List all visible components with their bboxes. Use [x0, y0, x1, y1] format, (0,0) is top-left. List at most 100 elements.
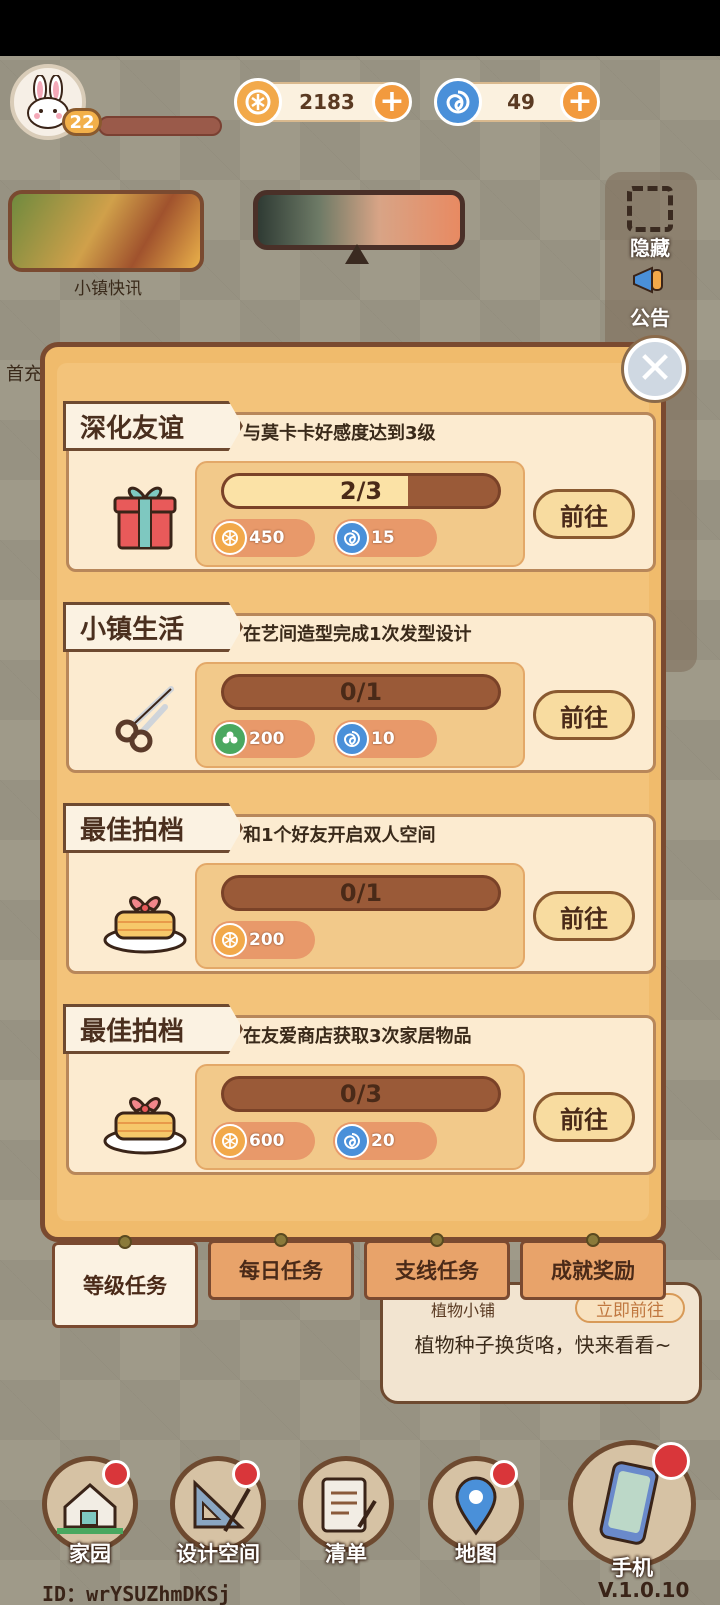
reward-chip: 450 — [211, 519, 315, 557]
reward-chip: 15 — [333, 519, 437, 557]
phone-notification-dot — [652, 1442, 690, 1480]
close-icon: ✕ — [636, 343, 674, 394]
task-tag: 小镇生活 — [63, 602, 243, 652]
progress-bar: 0/1 — [221, 875, 501, 911]
close-button[interactable]: ✕ — [624, 338, 686, 400]
dock-home-label: 家园 — [69, 1542, 111, 1566]
tab-achievements[interactable]: 成就奖励 — [520, 1233, 666, 1300]
task-tag: 最佳拍档 — [63, 1004, 243, 1054]
task-progress-box: 2/3 450 15 — [195, 461, 525, 567]
task-description: 和1个好友开启双人空间 — [243, 825, 436, 846]
coin-icon — [213, 521, 247, 555]
notice-bubble[interactable]: 植物小铺 立即前往 植物种子换货咯，快来看看~ — [380, 1282, 702, 1404]
reward-value: 200 — [249, 729, 285, 749]
go-button[interactable]: 前往 — [533, 1092, 635, 1142]
task-description: 与莫卡卡好感度达到3级 — [243, 423, 436, 444]
hide-ui-button[interactable]: 隐藏 — [615, 186, 685, 260]
reward-chip: 20 — [333, 1122, 437, 1160]
level-badge: 22 — [62, 108, 102, 136]
swirl-gem-icon — [335, 521, 369, 555]
coin-icon — [234, 78, 282, 126]
dock-list-label: 清单 — [325, 1542, 367, 1566]
add-coins-button[interactable]: + — [372, 82, 412, 122]
add-gems-button[interactable]: + — [560, 82, 600, 122]
pin-icon — [274, 1233, 288, 1247]
progress-text: 2/3 — [339, 477, 383, 505]
reward-value: 200 — [249, 930, 285, 950]
reward-value: 450 — [249, 528, 285, 548]
dock-map-label: 地图 — [455, 1542, 497, 1566]
tab-level-tasks[interactable]: 等级任务 — [52, 1235, 198, 1328]
progress-bar: 2/3 — [221, 473, 501, 509]
progress-text: 0/1 — [339, 678, 383, 706]
cake-icon — [85, 863, 205, 969]
home-notification-dot — [102, 1460, 130, 1488]
news-label: 小镇快讯 — [74, 279, 142, 299]
task-progress-box: 0/1 200 10 — [195, 662, 525, 768]
task-card: 深化友谊 与莫卡卡好感度达到3级 2/3 450 15 前往 — [63, 401, 656, 572]
coin-counter: 2183 + — [234, 78, 412, 126]
task-progress-box: 0/1 200 — [195, 863, 525, 969]
news-banner[interactable] — [8, 190, 204, 272]
weather-widget[interactable] — [253, 190, 465, 250]
swirl-gem-icon — [335, 1124, 369, 1158]
task-card: 小镇生活 在艺间造型完成1次发型设计 0/1 200 10 前往 — [63, 602, 656, 773]
tab-label: 每日任务 — [239, 1259, 323, 1283]
version-text: V.1.0.10 — [598, 1578, 690, 1602]
task-description: 在艺间造型完成1次发型设计 — [243, 624, 472, 645]
reward-value: 15 — [371, 528, 395, 548]
first-pay-label[interactable]: 首充 — [6, 360, 42, 386]
tab-side-tasks[interactable]: 支线任务 — [364, 1233, 510, 1300]
progress-text: 0/1 — [339, 879, 383, 907]
tab-label: 支线任务 — [395, 1259, 479, 1283]
cake-icon — [85, 1064, 205, 1170]
task-card: 最佳拍档 和1个好友开启双人空间 0/1 200 前往 — [63, 803, 656, 974]
coin-icon — [213, 1124, 247, 1158]
progress-text: 0/3 — [339, 1080, 383, 1108]
tab-label: 成就奖励 — [551, 1259, 635, 1283]
task-description: 在友爱商店获取3次家居物品 — [243, 1026, 472, 1047]
reward-chip: 200 — [211, 921, 315, 959]
clover-icon — [213, 722, 247, 756]
announcement-button[interactable]: 公告 — [620, 262, 680, 331]
megaphone-icon — [633, 266, 663, 294]
status-bar — [0, 0, 720, 56]
coin-icon — [213, 923, 247, 957]
gem-counter: 49 + — [434, 78, 600, 126]
notice-title: 植物小铺 — [431, 1301, 496, 1320]
scissors-icon — [85, 662, 205, 768]
swirl-gem-icon — [434, 78, 482, 126]
notice-text: 植物种子换货咯，快来看看~ — [414, 1333, 672, 1357]
go-button[interactable]: 前往 — [533, 690, 635, 740]
go-button[interactable]: 前往 — [533, 489, 635, 539]
pin-icon — [586, 1233, 600, 1247]
gift-icon — [85, 461, 205, 567]
progress-bar: 0/1 — [221, 674, 501, 710]
weather-arrow-icon — [345, 244, 369, 264]
go-button[interactable]: 前往 — [533, 891, 635, 941]
task-tag: 最佳拍档 — [63, 803, 243, 853]
xp-bar — [98, 116, 222, 136]
reward-value: 600 — [249, 1131, 285, 1151]
pin-icon — [118, 1235, 132, 1249]
reward-chip: 10 — [333, 720, 437, 758]
pin-icon — [430, 1233, 444, 1247]
hide-label: 隐藏 — [630, 236, 670, 260]
tab-label: 等级任务 — [83, 1274, 167, 1298]
swirl-gem-icon — [335, 722, 369, 756]
tab-daily-tasks[interactable]: 每日任务 — [208, 1233, 354, 1300]
progress-bar: 0/3 — [221, 1076, 501, 1112]
task-progress-box: 0/3 600 20 — [195, 1064, 525, 1170]
design-notification-dot — [232, 1460, 260, 1488]
fullscreen-icon — [627, 186, 673, 232]
list-icon — [321, 1477, 377, 1533]
task-tag: 深化友谊 — [63, 401, 243, 451]
player-id: ID：wrYSUZhmDKSj — [42, 1582, 231, 1605]
task-card: 最佳拍档 在友爱商店获取3次家居物品 0/3 600 20 前往 — [63, 1004, 656, 1175]
reward-chip: 200 — [211, 720, 315, 758]
reward-value: 10 — [371, 729, 395, 749]
dock-design-label: 设计空间 — [176, 1542, 260, 1566]
announce-label: 公告 — [630, 306, 670, 330]
reward-chip: 600 — [211, 1122, 315, 1160]
map-notification-dot — [490, 1460, 518, 1488]
